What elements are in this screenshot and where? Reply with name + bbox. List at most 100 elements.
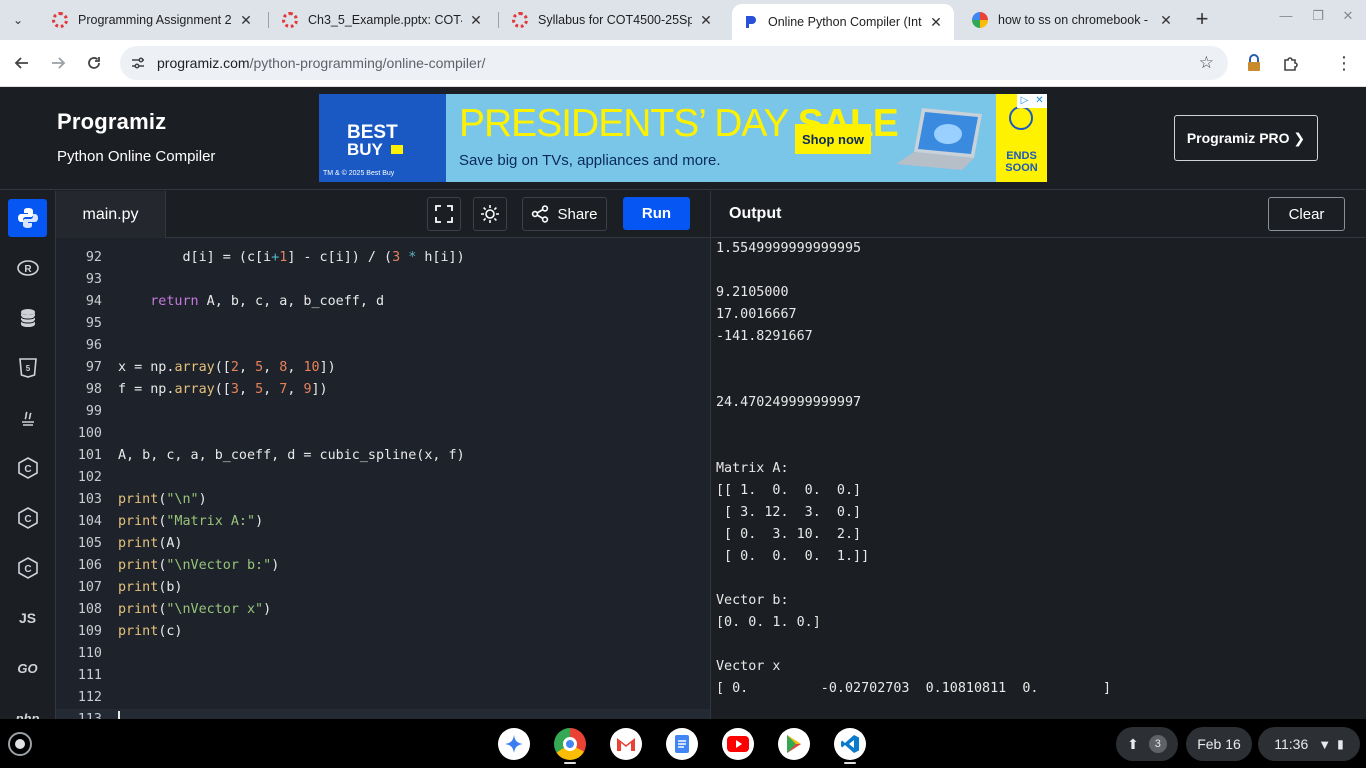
docs-icon[interactable] bbox=[666, 728, 698, 760]
code-line[interactable]: 93 bbox=[56, 269, 710, 291]
code-text: x = np.array([2, 5, 8, 10]) bbox=[118, 360, 336, 375]
menu-kebab-icon[interactable]: ⋮ bbox=[1332, 51, 1356, 75]
run-button[interactable]: Run bbox=[623, 197, 690, 230]
site-info-icon[interactable] bbox=[130, 55, 146, 71]
line-number: 98 bbox=[85, 382, 102, 397]
ad-info-icon[interactable]: ▷ bbox=[1017, 94, 1032, 108]
code-text: d[i] = (c[i+1] - c[i]) / (3 * h[i]) bbox=[118, 250, 465, 265]
ad-shop-now-button[interactable]: Shop now bbox=[795, 124, 871, 154]
code-line[interactable]: 99 bbox=[56, 401, 710, 423]
back-icon[interactable] bbox=[10, 51, 34, 75]
code-line[interactable]: 101 A, b, c, a, b_coeff, d = cubic_spline… bbox=[56, 445, 710, 467]
code-line[interactable]: 113 bbox=[56, 709, 710, 719]
code-line[interactable]: 100 bbox=[56, 423, 710, 445]
code-line[interactable]: 96 bbox=[56, 335, 710, 357]
notification-tray[interactable]: ⬆ 3 bbox=[1116, 727, 1178, 761]
output-line: 24.470249999999997 bbox=[716, 395, 862, 410]
clock-time: 11:36 bbox=[1274, 736, 1309, 752]
code-line[interactable]: 95 bbox=[56, 313, 710, 335]
java-icon[interactable] bbox=[8, 399, 47, 437]
address-bar[interactable]: programiz.com/python-programming/online-… bbox=[120, 46, 1228, 80]
extensions-puzzle-icon[interactable] bbox=[1279, 51, 1303, 75]
browser-tab[interactable]: how to ss on chromebook - G ✕ bbox=[962, 4, 1184, 36]
theme-toggle-button[interactable] bbox=[473, 197, 507, 231]
close-tab-icon[interactable]: ✕ bbox=[468, 12, 484, 29]
chrome-icon[interactable] bbox=[554, 728, 586, 760]
html-icon[interactable]: 5 bbox=[8, 349, 47, 387]
code-line[interactable]: 111 bbox=[56, 665, 710, 687]
close-tab-icon[interactable]: ✕ bbox=[698, 12, 714, 29]
code-line[interactable]: 102 bbox=[56, 467, 710, 489]
csharp-icon[interactable]: C bbox=[8, 549, 47, 587]
file-tab-main-py[interactable]: main.py bbox=[56, 191, 166, 238]
python-icon[interactable] bbox=[8, 199, 47, 237]
code-text: print("\nVector b:") bbox=[118, 558, 280, 573]
minimize-icon[interactable]: — bbox=[1276, 8, 1296, 28]
forward-icon[interactable] bbox=[46, 51, 70, 75]
vscode-icon[interactable] bbox=[834, 728, 866, 760]
date-tray[interactable]: Feb 16 bbox=[1186, 727, 1252, 761]
programiz-logo[interactable]: Programiz bbox=[57, 109, 166, 135]
code-editor[interactable]: 92 d[i] = (c[i+1] - c[i]) / (3 * h[i]) 93… bbox=[56, 238, 710, 719]
canvas-icon bbox=[282, 12, 298, 28]
play-store-icon[interactable] bbox=[778, 728, 810, 760]
output-line: 1.5549999999999995 bbox=[716, 241, 862, 256]
code-text: print("\nVector x") bbox=[118, 602, 272, 617]
reload-icon[interactable] bbox=[82, 51, 106, 75]
maximize-icon[interactable]: ❐ bbox=[1308, 8, 1328, 28]
code-line[interactable]: 106 print("\nVector b:") bbox=[56, 555, 710, 577]
code-line[interactable]: 108 print("\nVector x") bbox=[56, 599, 710, 621]
line-number: 108 bbox=[77, 602, 102, 617]
code-text: print(b) bbox=[118, 580, 183, 595]
extension-lock-icon[interactable] bbox=[1242, 51, 1266, 75]
close-tab-icon[interactable]: ✕ bbox=[238, 12, 254, 29]
code-line[interactable]: 109 print(c) bbox=[56, 621, 710, 643]
tab-title: Online Python Compiler (Inter bbox=[768, 15, 922, 29]
ad-choices[interactable]: ▷ ✕ bbox=[1017, 94, 1047, 108]
code-line[interactable]: 94 return A, b, c, a, b_coeff, d bbox=[56, 291, 710, 313]
close-window-icon[interactable]: ✕ bbox=[1338, 8, 1358, 28]
upload-icon: ⬆ bbox=[1127, 735, 1139, 752]
tab-title: Ch3_5_Example.pptx: COT45 bbox=[308, 13, 462, 27]
line-number: 99 bbox=[85, 404, 102, 419]
browser-tab[interactable]: Programming Assignment 2 ✕ bbox=[42, 4, 264, 36]
javascript-icon[interactable]: JS bbox=[8, 599, 47, 637]
browser-tab[interactable]: Syllabus for COT4500-25Spri ✕ bbox=[502, 4, 724, 36]
gemini-icon[interactable] bbox=[498, 728, 530, 760]
r-icon[interactable]: R bbox=[8, 249, 47, 287]
share-icon bbox=[532, 205, 549, 223]
c-icon[interactable]: C bbox=[8, 449, 47, 487]
close-tab-icon[interactable]: ✕ bbox=[928, 14, 944, 31]
tab-search-icon[interactable]: ⌄ bbox=[6, 8, 30, 32]
advertisement-banner[interactable]: BEST BUY TM & © 2025 Best Buy PRESIDENTS… bbox=[319, 94, 1047, 182]
browser-tab[interactable]: Online Python Compiler (Inter ✕ bbox=[732, 4, 954, 40]
wifi-icon: ▼ bbox=[1318, 736, 1332, 752]
code-line[interactable]: 105 print(A) bbox=[56, 533, 710, 555]
youtube-icon[interactable] bbox=[722, 728, 754, 760]
tab-title: Programming Assignment 2 bbox=[78, 13, 232, 27]
launcher-icon[interactable] bbox=[8, 732, 32, 756]
cpp-icon[interactable]: C bbox=[8, 499, 47, 537]
sql-icon[interactable] bbox=[8, 299, 47, 337]
clear-output-button[interactable]: Clear bbox=[1268, 197, 1345, 231]
bookmark-star-icon[interactable]: ☆ bbox=[1199, 53, 1214, 73]
fullscreen-button[interactable] bbox=[427, 197, 461, 231]
ad-close-icon[interactable]: ✕ bbox=[1032, 94, 1047, 108]
share-button[interactable]: Share bbox=[522, 197, 607, 231]
go-icon[interactable]: GO bbox=[8, 649, 47, 687]
code-line[interactable]: 98 f = np.array([3, 5, 7, 9]) bbox=[56, 379, 710, 401]
close-tab-icon[interactable]: ✕ bbox=[1158, 12, 1174, 29]
code-line[interactable]: 97 x = np.array([2, 5, 8, 10]) bbox=[56, 357, 710, 379]
language-sidebar: R 5 C C C JS GO php bbox=[0, 191, 56, 726]
code-line[interactable]: 103 print("\n") bbox=[56, 489, 710, 511]
code-line[interactable]: 110 bbox=[56, 643, 710, 665]
browser-tab[interactable]: Ch3_5_Example.pptx: COT45 ✕ bbox=[272, 4, 494, 36]
code-line[interactable]: 107 print(b) bbox=[56, 577, 710, 599]
code-line[interactable]: 112 bbox=[56, 687, 710, 709]
code-line[interactable]: 104 print("Matrix A:") bbox=[56, 511, 710, 533]
gmail-icon[interactable] bbox=[610, 728, 642, 760]
programiz-pro-button[interactable]: Programiz PRO ❯ bbox=[1174, 115, 1318, 161]
status-tray[interactable]: 11:36 ▼ ▮ bbox=[1258, 727, 1360, 761]
code-line[interactable]: 92 d[i] = (c[i+1] - c[i]) / (3 * h[i]) bbox=[56, 247, 710, 269]
new-tab-button[interactable]: + bbox=[1190, 8, 1214, 32]
